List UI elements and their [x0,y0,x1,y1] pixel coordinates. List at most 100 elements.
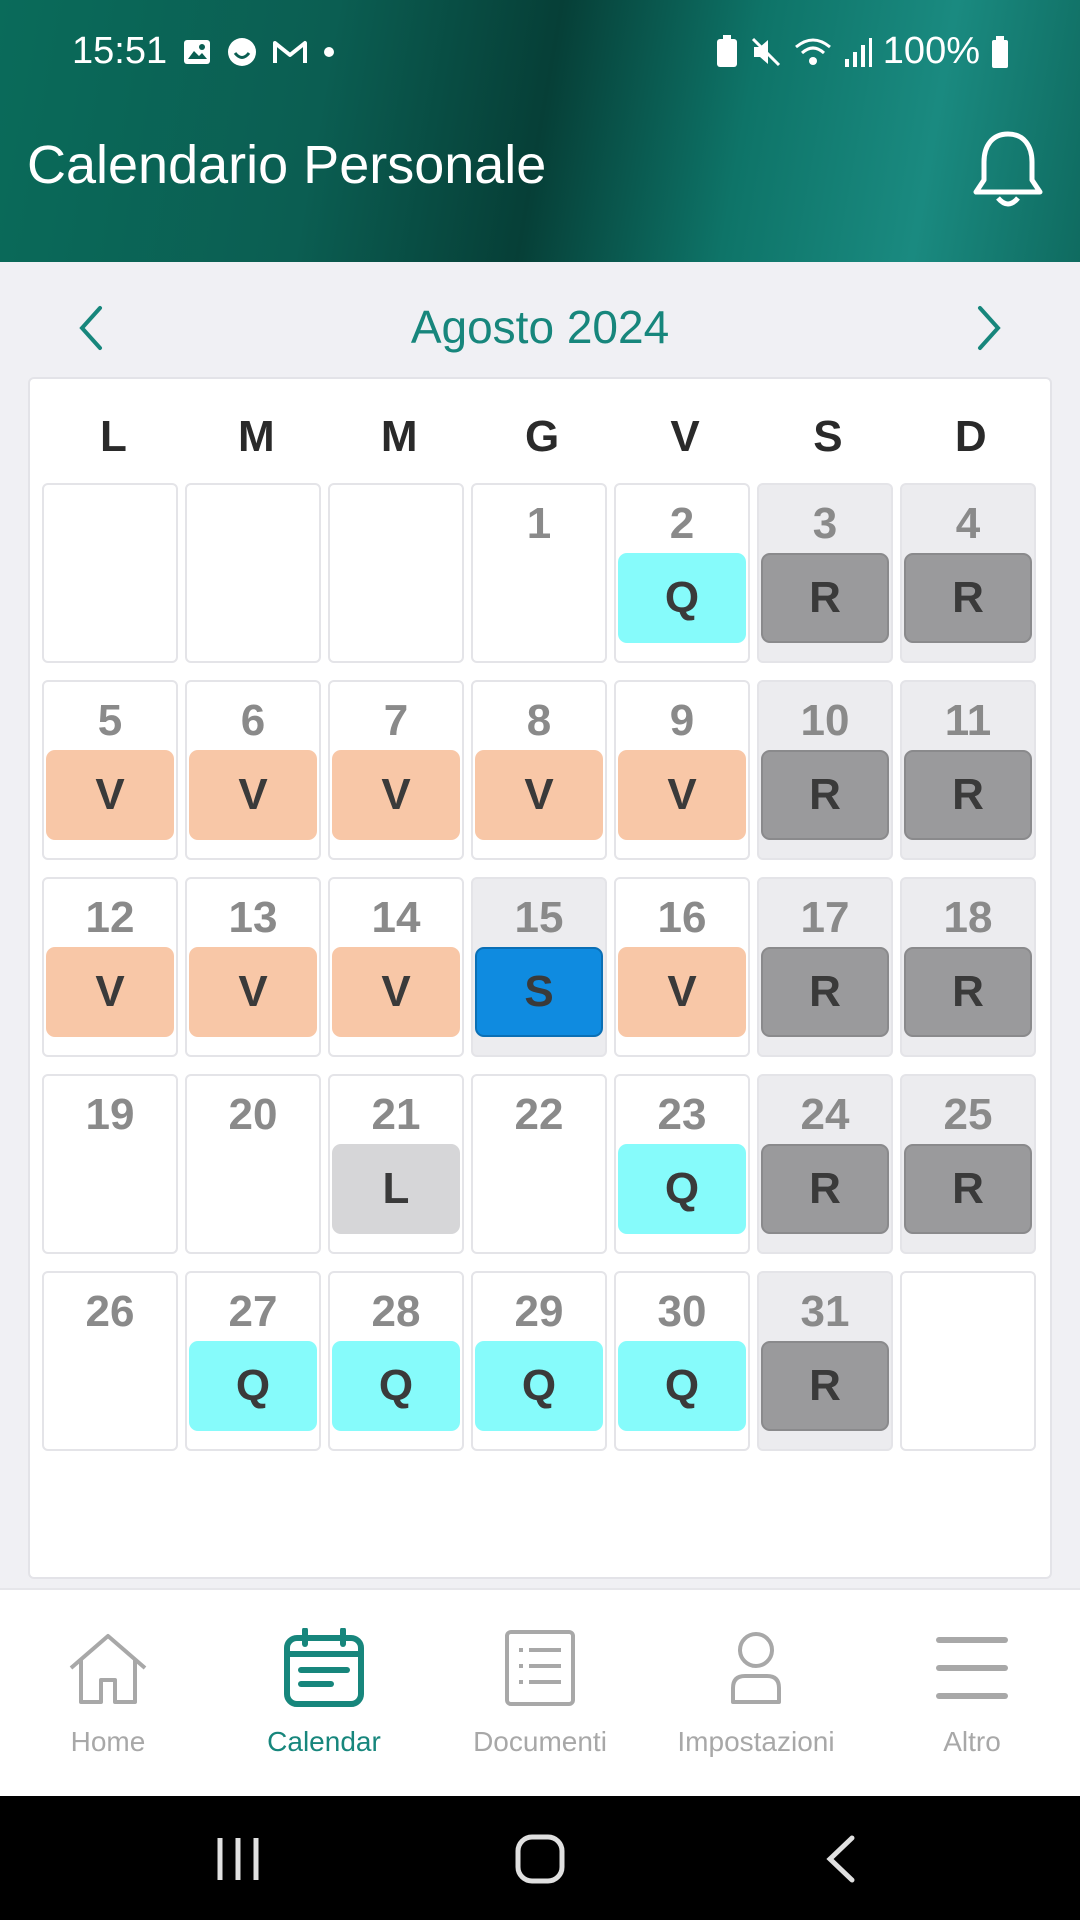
notification-icons [182,36,336,68]
day-number: 31 [800,1287,850,1336]
calendar-day-18[interactable]: 18 R [900,877,1036,1057]
dot-icon [324,47,334,57]
calendar-day-15[interactable]: 15 S [471,877,607,1057]
shift-badge[interactable]: R [904,947,1032,1037]
calendar-day-4[interactable]: 4R [900,483,1036,663]
calendar-day-10[interactable]: 10 R [757,680,893,860]
calendar-day-27[interactable]: 27 Q [185,1271,321,1451]
calendar-day-21[interactable]: 21 L [328,1074,464,1254]
shift-badge[interactable]: Q [618,553,746,643]
shift-badge[interactable]: V [189,750,317,840]
page-title: Calendario Personale [27,135,547,195]
shift-badge[interactable]: R [904,1144,1032,1234]
weekday-label: M [380,412,418,461]
documents-icon [505,1630,575,1706]
signal-icon [844,37,872,67]
shift-badge[interactable]: S [475,947,603,1037]
nav-calendar[interactable]: Calendar [216,1590,432,1796]
shift-badge[interactable]: V [189,947,317,1037]
nav-documenti[interactable]: Documenti [432,1590,648,1796]
day-number: 29 [514,1287,564,1336]
gallery-icon [184,40,210,64]
calendar-day-22[interactable]: 22 [471,1074,607,1254]
day-number: 18 [943,893,993,942]
day-number: 4 [955,499,981,548]
calendar-day-16[interactable]: 16 V [614,877,750,1057]
shift-badge[interactable]: R [761,1341,889,1431]
month-navigation: Agosto 2024 [0,262,1080,378]
shift-badge[interactable]: L [332,1144,460,1234]
shift-badge[interactable]: V [46,750,174,840]
shift-badge[interactable]: V [618,947,746,1037]
calendar-day-11[interactable]: 11 R [900,680,1036,860]
nav-altro[interactable]: Altro [864,1590,1080,1796]
calendar-day-7[interactable]: 7V [328,680,464,860]
weekday-label: V [670,412,700,461]
shift-badge[interactable]: R [904,750,1032,840]
bell-icon[interactable] [970,128,1046,212]
day-number: 13 [228,893,278,942]
calendar-day-20[interactable]: 20 [185,1074,321,1254]
calendar-day-empty [900,1271,1036,1451]
shift-badge[interactable]: R [761,750,889,840]
system-status-icons: 100% [715,30,1010,73]
calendar-day-1[interactable]: 1 [471,483,607,663]
shift-badge[interactable]: R [761,1144,889,1234]
calendar-day-6[interactable]: 6V [185,680,321,860]
shift-badge[interactable]: R [761,947,889,1037]
calendar-day-25[interactable]: 25 R [900,1074,1036,1254]
calendar-day-14[interactable]: 14 V [328,877,464,1057]
app-header: 15:51 100% Calendario Personale [0,0,1080,262]
gmail-icon [273,41,307,63]
home-button-icon[interactable] [510,1832,570,1886]
nav-impostazioni[interactable]: Impostazioni [648,1590,864,1796]
calendar-day-28[interactable]: 28 Q [328,1271,464,1451]
shift-badge[interactable]: Q [475,1341,603,1431]
calendar-day-31[interactable]: 31 R [757,1271,893,1451]
nav-home[interactable]: Home [0,1590,216,1796]
chevron-right-icon[interactable] [970,298,1010,358]
day-number: 6 [240,696,266,745]
nav-label: Home [70,1726,146,1757]
shift-badge[interactable]: V [46,947,174,1037]
shift-badge[interactable]: R [761,553,889,643]
calendar-day-26[interactable]: 26 [42,1271,178,1451]
shift-badge[interactable]: Q [189,1341,317,1431]
calendar-day-3[interactable]: 3R [757,483,893,663]
weekday-label: M [238,412,275,461]
calendar-day-12[interactable]: 12 V [42,877,178,1057]
battery-saver-icon [716,34,737,67]
mute-icon [751,37,780,66]
shift-badge[interactable]: V [332,750,460,840]
day-number: 16 [657,893,707,942]
calendar-day-30[interactable]: 30 Q [614,1271,750,1451]
weekday-label: S [813,412,843,461]
shift-badge[interactable]: Q [332,1341,460,1431]
month-label: Agosto 2024 [410,301,670,353]
shift-badge[interactable]: R [904,553,1032,643]
calendar-day-2[interactable]: 2Q [614,483,750,663]
calendar-day-23[interactable]: 23 Q [614,1074,750,1254]
shift-badge[interactable]: V [475,750,603,840]
calendar-day-8[interactable]: 8V [471,680,607,860]
shift-badge[interactable]: V [618,750,746,840]
shift-badge[interactable]: Q [618,1144,746,1234]
calendar-day-19[interactable]: 19 [42,1074,178,1254]
nav-label: Impostazioni [677,1726,835,1757]
recents-icon[interactable] [208,1832,268,1886]
day-number: 24 [800,1090,850,1139]
day-number: 7 [383,696,409,745]
day-number: 14 [371,893,421,942]
calendar-grid: 1 2 Q 3 R 4 R 5 V 6 V 7 V 8 V 9 V 10 R 11 R 12 V 13 V 14 V 15 S 16 V 17… [42,483,1038,1451]
shift-badge[interactable]: V [332,947,460,1037]
calendar-day-17[interactable]: 17 R [757,877,893,1057]
shift-badge[interactable]: Q [618,1341,746,1431]
back-icon[interactable] [812,1832,872,1886]
battery-percentage: 100% [882,30,980,72]
calendar-day-24[interactable]: 24 R [757,1074,893,1254]
bottom-navigation: Home Calendar Documenti Impostazioni Alt… [0,1588,1080,1796]
calendar-day-9[interactable]: 9V [614,680,750,860]
calendar-day-5[interactable]: 5V [42,680,178,860]
calendar-day-29[interactable]: 29 Q [471,1271,607,1451]
calendar-day-13[interactable]: 13 V [185,877,321,1057]
